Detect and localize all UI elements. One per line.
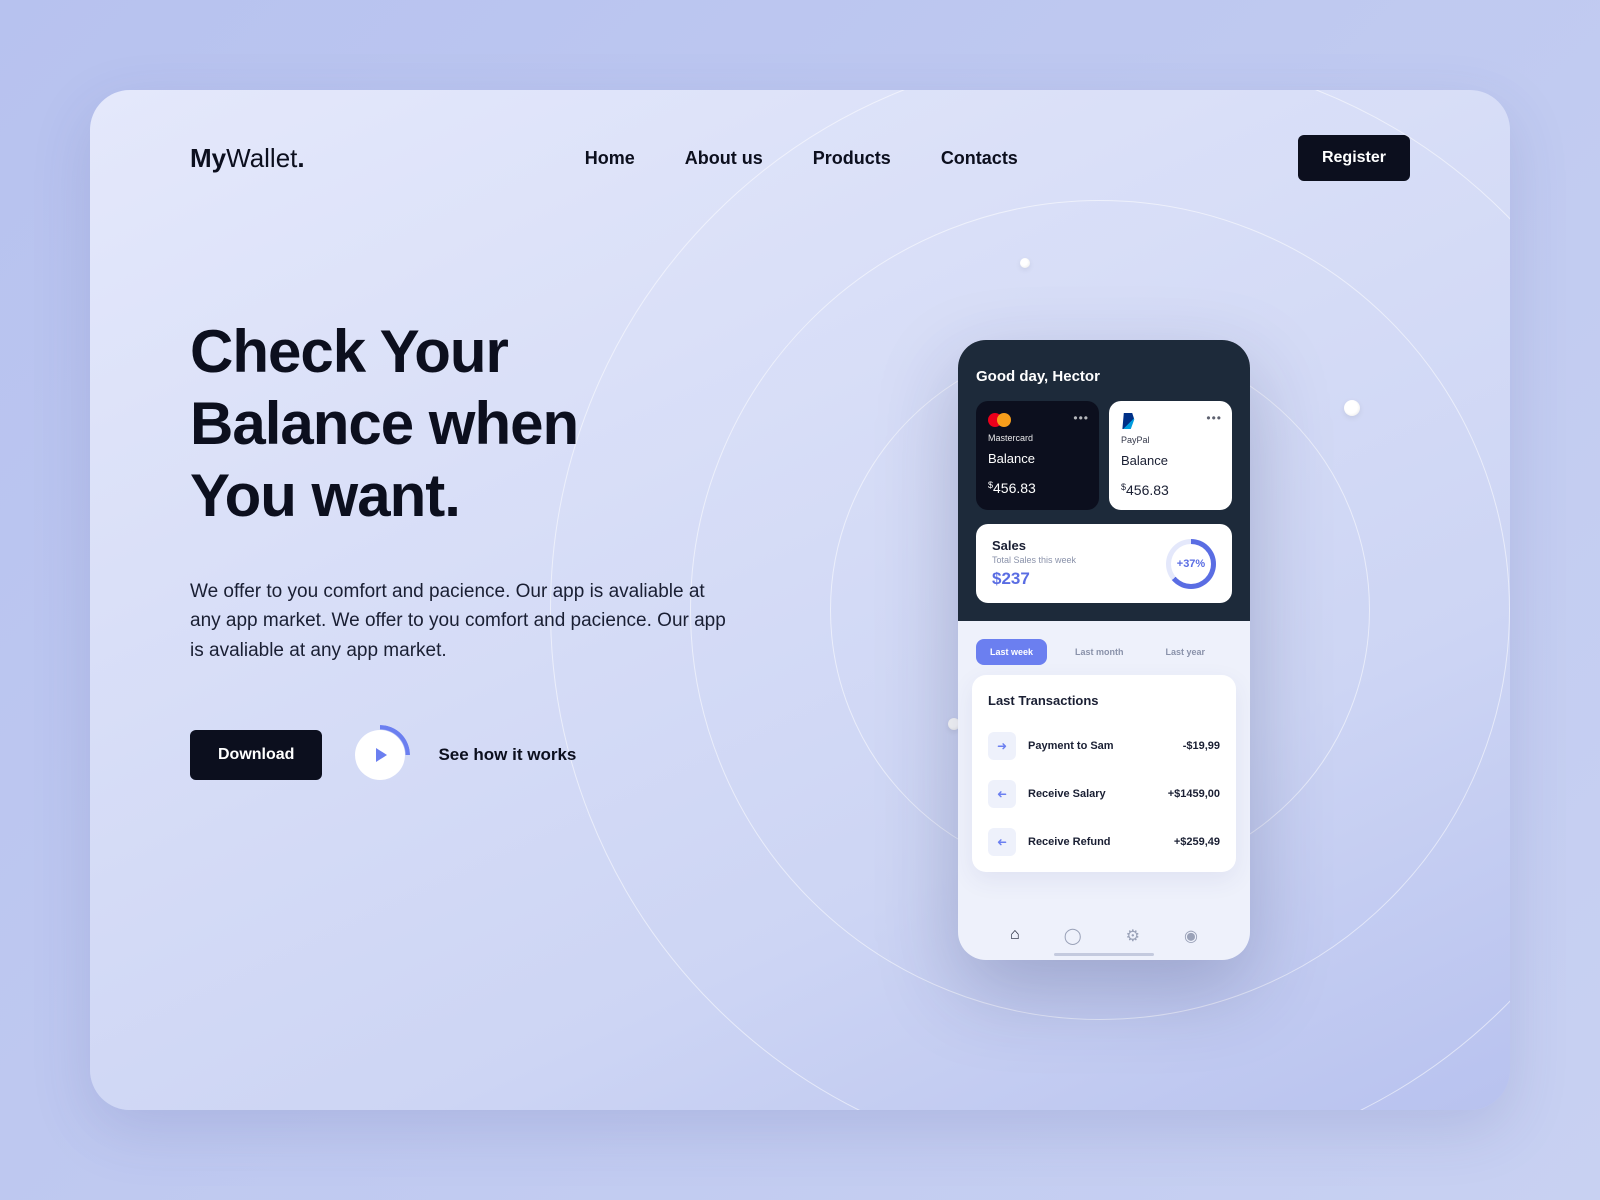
cta-row: Download See how it works — [190, 725, 760, 785]
profile-icon[interactable]: ◉ — [1184, 926, 1198, 946]
transactions-title: Last Transactions — [988, 693, 1220, 708]
tx-name: Receive Salary — [1028, 788, 1156, 800]
landing-card: MyWallet. Home About us Products Contact… — [90, 90, 1510, 1110]
balance-label: Balance — [1121, 453, 1220, 468]
arrow-left-icon: ➜ — [988, 828, 1016, 856]
phone-mockup: Good day, Hector ••• Mastercard Balance … — [958, 340, 1250, 960]
arrow-right-icon: ➜ — [988, 732, 1016, 760]
brand-dot: . — [297, 143, 304, 173]
settings-icon[interactable]: ⚙ — [1126, 926, 1140, 946]
balance-label: Balance — [988, 451, 1087, 466]
greeting-text: Good day, Hector — [976, 368, 1232, 385]
card-brand: Mastercard — [988, 433, 1087, 443]
tx-amount: -$19,99 — [1183, 740, 1220, 752]
play-button[interactable] — [350, 725, 410, 785]
phone-header: Good day, Hector ••• Mastercard Balance … — [958, 340, 1250, 621]
sales-title: Sales — [992, 538, 1076, 553]
balance-value: $456.83 — [1121, 482, 1220, 498]
tx-amount: +$1459,00 — [1168, 788, 1220, 800]
brand-logo: MyWallet. — [190, 143, 305, 174]
transaction-row[interactable]: ➜ Receive Salary +$1459,00 — [988, 770, 1220, 818]
hero-left: Check Your Balance when You want. We off… — [190, 316, 760, 785]
tab-last-year[interactable]: Last year — [1152, 639, 1220, 665]
period-tabs: Last week Last month Last year — [958, 621, 1250, 675]
tab-last-week[interactable]: Last week — [976, 639, 1047, 665]
paypal-card[interactable]: ••• PayPal Balance $456.83 — [1109, 401, 1232, 510]
hero-subtext: We offer to you comfort and pacience. Ou… — [190, 577, 730, 665]
tab-last-month[interactable]: Last month — [1061, 639, 1138, 665]
home-indicator — [1054, 953, 1154, 956]
sales-subtitle: Total Sales this week — [992, 555, 1076, 565]
sales-value: $237 — [992, 569, 1076, 589]
sales-info: Sales Total Sales this week $237 — [992, 538, 1076, 589]
play-icon — [376, 748, 387, 762]
phone-bottom-nav: ⌂ ◯ ⚙ ◉ — [958, 918, 1250, 950]
download-button[interactable]: Download — [190, 730, 322, 780]
headline-line: You want. — [190, 462, 460, 529]
sales-delta: +37% — [1171, 544, 1211, 584]
transactions-panel: Last Transactions ➜ Payment to Sam -$19,… — [972, 675, 1236, 872]
paypal-icon — [1121, 413, 1135, 429]
headline-line: Balance when — [190, 390, 578, 457]
transaction-row[interactable]: ➜ Payment to Sam -$19,99 — [988, 722, 1220, 770]
more-icon[interactable]: ••• — [1073, 411, 1089, 425]
nav-home[interactable]: Home — [585, 148, 635, 169]
orbit-dot — [1020, 258, 1030, 268]
tx-name: Receive Refund — [1028, 836, 1162, 848]
search-icon[interactable]: ◯ — [1064, 926, 1082, 946]
mastercard-icon — [988, 413, 1087, 427]
tx-name: Payment to Sam — [1028, 740, 1171, 752]
balance-value: $456.83 — [988, 480, 1087, 496]
headline: Check Your Balance when You want. — [190, 316, 760, 532]
mastercard-card[interactable]: ••• Mastercard Balance $456.83 — [976, 401, 1099, 510]
sales-progress-ring: +37% — [1166, 539, 1216, 589]
how-it-works-link[interactable]: See how it works — [438, 745, 576, 765]
balance-cards-row: ••• Mastercard Balance $456.83 ••• PayPa… — [976, 401, 1232, 510]
transaction-row[interactable]: ➜ Receive Refund +$259,49 — [988, 818, 1220, 866]
card-brand: PayPal — [1121, 435, 1220, 445]
headline-line: Check Your — [190, 318, 508, 385]
brand-bold: My — [190, 143, 226, 173]
home-icon[interactable]: ⌂ — [1010, 926, 1020, 946]
arrow-left-icon: ➜ — [988, 780, 1016, 808]
more-icon[interactable]: ••• — [1206, 411, 1222, 425]
nav-about[interactable]: About us — [685, 148, 763, 169]
brand-thin: Wallet — [226, 143, 297, 173]
tx-amount: +$259,49 — [1174, 836, 1220, 848]
sales-card[interactable]: Sales Total Sales this week $237 +37% — [976, 524, 1232, 603]
